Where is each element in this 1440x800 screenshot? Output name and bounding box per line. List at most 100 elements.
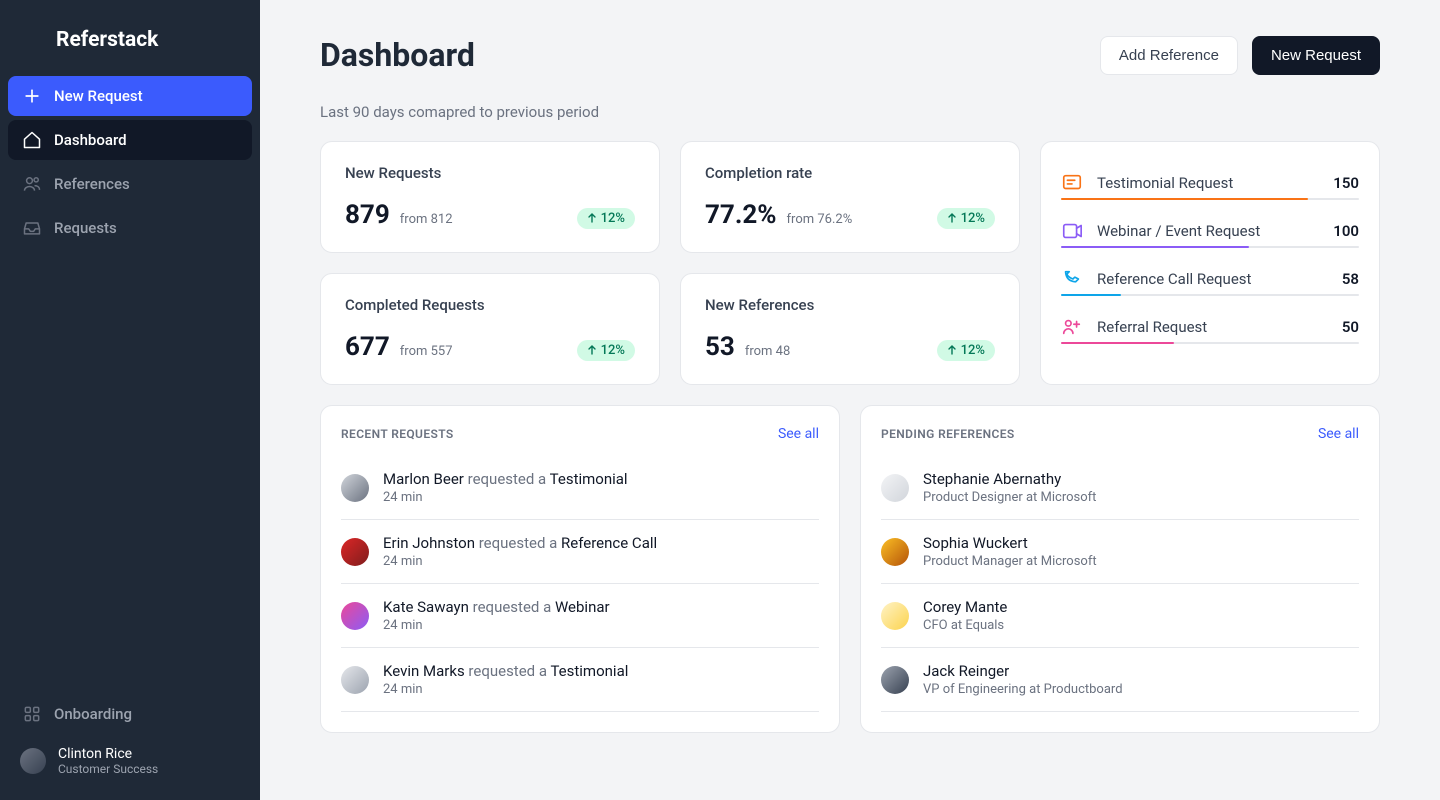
- sidebar-item-dashboard[interactable]: Dashboard: [8, 120, 252, 160]
- pending-reference-row[interactable]: Stephanie Abernathy Product Designer at …: [881, 456, 1359, 520]
- stat-value: 77.2%: [705, 200, 777, 230]
- request-action: requested a: [468, 470, 550, 488]
- request-type-summary: Testimonial Request 150 Webinar / Event …: [1040, 141, 1380, 385]
- stats-grid: New Requests 879 from 812 12% Completion…: [320, 141, 1020, 385]
- requester-name: Kate Sawayn: [383, 598, 469, 616]
- sidebar-item-references[interactable]: References: [8, 164, 252, 204]
- requester-name: Erin Johnston: [383, 534, 475, 552]
- see-all-link[interactable]: See all: [1318, 426, 1359, 442]
- request-action: requested a: [468, 662, 550, 680]
- panel-title: PENDING REFERENCES: [881, 427, 1015, 441]
- reference-role: VP of Engineering at Productboard: [923, 682, 1359, 697]
- summary-label: Webinar / Event Request: [1097, 222, 1319, 240]
- stat-label: New References: [705, 296, 995, 314]
- avatar: [341, 602, 369, 630]
- stat-card: New Requests 879 from 812 12%: [320, 141, 660, 253]
- sidebar-item-onboarding[interactable]: Onboarding: [8, 694, 252, 734]
- summary-row[interactable]: Testimonial Request 150: [1061, 162, 1359, 198]
- recent-request-row[interactable]: Erin Johnston requested a Reference Call…: [341, 520, 819, 584]
- stat-card: Completion rate 77.2% from 76.2% 12%: [680, 141, 1020, 253]
- reference-name: Sophia Wuckert: [923, 534, 1359, 552]
- request-action: requested a: [479, 534, 561, 552]
- page-title: Dashboard: [320, 36, 475, 74]
- stat-from: from 812: [400, 212, 453, 227]
- add-reference-button[interactable]: Add Reference: [1100, 36, 1238, 75]
- summary-count: 58: [1342, 270, 1359, 288]
- request-line: Kevin Marks requested a Testimonial: [383, 662, 819, 680]
- recent-request-row[interactable]: Kevin Marks requested a Testimonial 24 m…: [341, 648, 819, 712]
- stat-from: from 557: [400, 344, 453, 359]
- reference-role: Product Manager at Microsoft: [923, 554, 1359, 569]
- reference-role: Product Designer at Microsoft: [923, 490, 1359, 505]
- summary-count: 100: [1333, 222, 1359, 240]
- reference-name: Corey Mante: [923, 598, 1359, 616]
- trend-badge: 12%: [937, 340, 995, 361]
- recent-request-row[interactable]: Marlon Beer requested a Testimonial 24 m…: [341, 456, 819, 520]
- request-line: Marlon Beer requested a Testimonial: [383, 470, 819, 488]
- stat-from: from 48: [745, 344, 790, 359]
- request-time: 24 min: [383, 554, 819, 569]
- avatar: [881, 666, 909, 694]
- summary-label: Referral Request: [1097, 318, 1328, 336]
- sidebar-item-label: Onboarding: [54, 705, 132, 723]
- sidebar-item-requests[interactable]: Requests: [8, 208, 252, 248]
- sidebar: Referstack New Request Dashboard Referen…: [0, 0, 260, 800]
- stat-value: 53: [705, 332, 735, 362]
- summary-label: Reference Call Request: [1097, 270, 1328, 288]
- reference-name: Stephanie Abernathy: [923, 470, 1359, 488]
- avatar: [881, 602, 909, 630]
- user-name: Clinton Rice: [58, 746, 158, 762]
- stat-label: Completed Requests: [345, 296, 635, 314]
- summary-progress: [1061, 342, 1359, 344]
- current-user[interactable]: Clinton Rice Customer Success: [8, 738, 252, 784]
- requester-name: Marlon Beer: [383, 470, 464, 488]
- trend-badge: 12%: [577, 208, 635, 229]
- request-time: 24 min: [383, 682, 819, 697]
- arrow-up-icon: [947, 213, 957, 223]
- summary-row[interactable]: Reference Call Request 58: [1061, 258, 1359, 294]
- sidebar-item-label: Dashboard: [54, 131, 127, 149]
- reference-role: CFO at Equals: [923, 618, 1359, 633]
- brand-logo: Referstack: [8, 16, 252, 76]
- inbox-icon: [22, 218, 42, 238]
- see-all-link[interactable]: See all: [778, 426, 819, 442]
- trend-badge: 12%: [577, 340, 635, 361]
- users-icon: [22, 174, 42, 194]
- panel-title: RECENT REQUESTS: [341, 427, 454, 441]
- avatar: [341, 474, 369, 502]
- stat-label: Completion rate: [705, 164, 995, 182]
- summary-type-icon: [1061, 220, 1083, 242]
- summary-row[interactable]: Webinar / Event Request 100: [1061, 210, 1359, 246]
- request-time: 24 min: [383, 490, 819, 505]
- stat-label: New Requests: [345, 164, 635, 182]
- new-request-button[interactable]: New Request: [1252, 36, 1380, 75]
- summary-progress: [1061, 294, 1359, 296]
- sidebar-item-label: Requests: [54, 219, 117, 237]
- summary-progress: [1061, 246, 1359, 248]
- requester-name: Kevin Marks: [383, 662, 465, 680]
- grid-icon: [22, 704, 42, 724]
- summary-count: 50: [1342, 318, 1359, 336]
- avatar: [341, 538, 369, 566]
- user-role: Customer Success: [58, 762, 158, 776]
- stat-card: Completed Requests 677 from 557 12%: [320, 273, 660, 385]
- arrow-up-icon: [947, 345, 957, 355]
- pending-reference-row[interactable]: Sophia Wuckert Product Manager at Micros…: [881, 520, 1359, 584]
- pending-reference-row[interactable]: Corey Mante CFO at Equals: [881, 584, 1359, 648]
- reference-name: Jack Reinger: [923, 662, 1359, 680]
- stat-from: from 76.2%: [787, 212, 853, 227]
- summary-row[interactable]: Referral Request 50: [1061, 306, 1359, 342]
- recent-request-row[interactable]: Kate Sawayn requested a Webinar 24 min: [341, 584, 819, 648]
- avatar: [20, 748, 46, 774]
- sidebar-new-request-button[interactable]: New Request: [8, 76, 252, 116]
- summary-count: 150: [1333, 174, 1359, 192]
- pending-reference-row[interactable]: Jack Reinger VP of Engineering at Produc…: [881, 648, 1359, 712]
- subheading: Last 90 days comapred to previous period: [320, 103, 1380, 121]
- request-type: Reference Call: [561, 534, 657, 552]
- summary-progress: [1061, 198, 1359, 200]
- request-type: Testimonial: [550, 662, 628, 680]
- avatar: [881, 474, 909, 502]
- home-icon: [22, 130, 42, 150]
- request-line: Erin Johnston requested a Reference Call: [383, 534, 819, 552]
- request-line: Kate Sawayn requested a Webinar: [383, 598, 819, 616]
